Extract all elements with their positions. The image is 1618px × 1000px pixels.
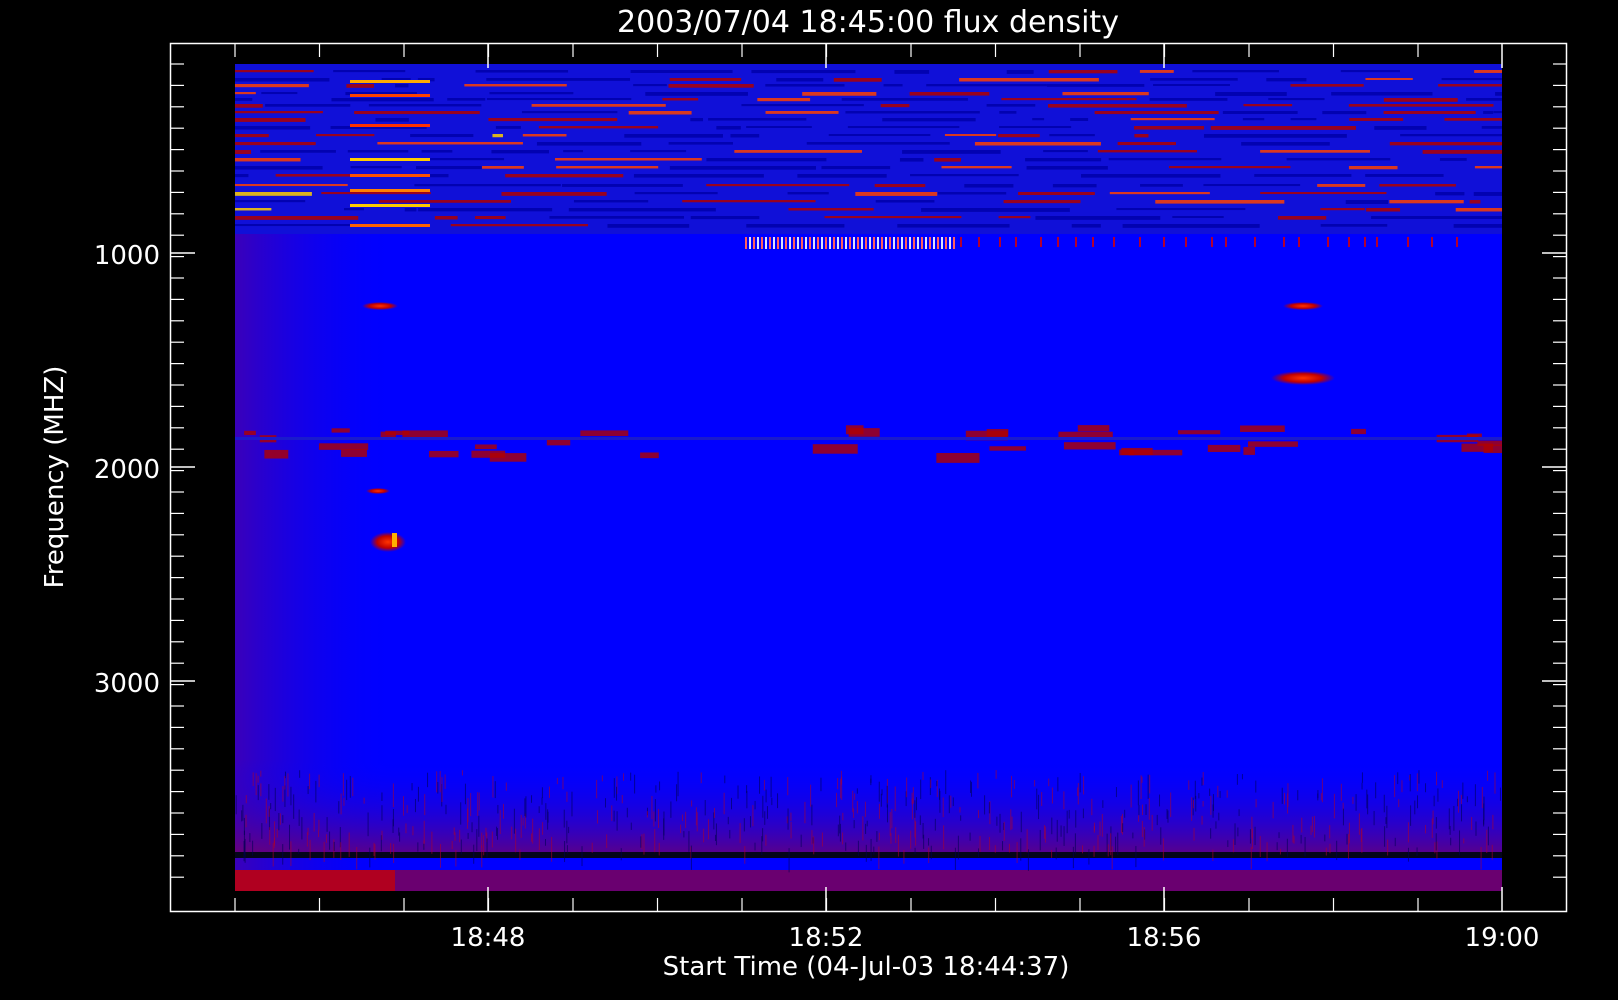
x-tick-label-1856: 18:56: [1127, 923, 1202, 953]
x-axis-label: Start Time (04-Jul-03 18:44:37): [663, 952, 1070, 982]
y-tick-label-3000: 3000: [94, 669, 160, 699]
x-tick-label-1900: 19:00: [1465, 923, 1540, 953]
y-axis-label: Frequency (MHZ): [40, 366, 70, 589]
x-tick-label-1848: 18:48: [451, 923, 526, 953]
y-tick-label-2000: 2000: [94, 455, 160, 485]
chart-title: 2003/07/04 18:45:00 flux density: [617, 5, 1119, 40]
x-tick-label-1852: 18:52: [789, 923, 864, 953]
y-tick-label-1000: 1000: [94, 241, 160, 271]
spectrogram-chart: 2003/07/04 18:45:00 flux density 1000 20…: [0, 0, 1618, 1000]
heatmap-image: [235, 64, 1502, 891]
